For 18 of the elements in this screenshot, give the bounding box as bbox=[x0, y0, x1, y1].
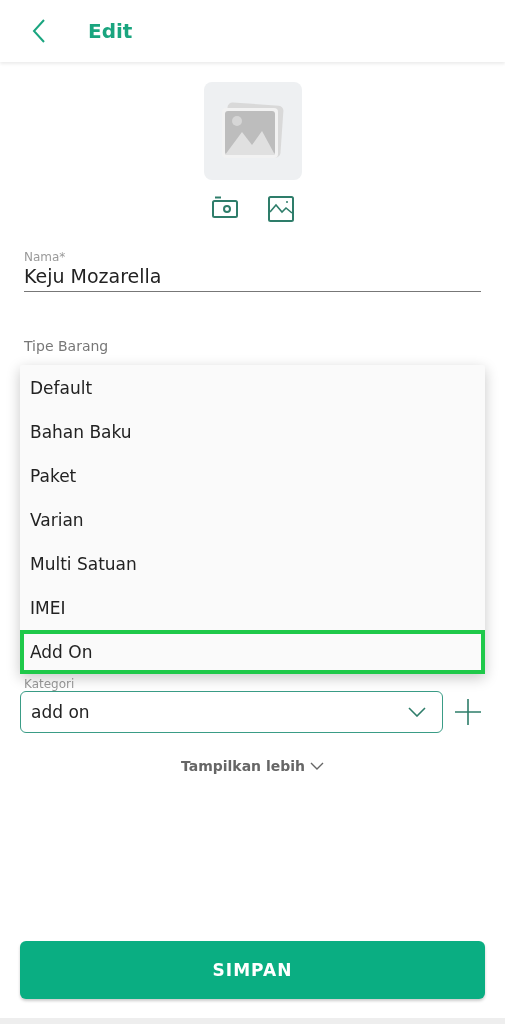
menu-item[interactable]: Paket bbox=[20, 454, 485, 498]
menu-item[interactable]: Default bbox=[20, 366, 485, 410]
show-more-button[interactable]: Tampilkan lebih bbox=[174, 757, 331, 775]
menu-item[interactable]: Multi Satuan bbox=[20, 542, 485, 586]
name-field[interactable]: Keju Mozarella bbox=[24, 265, 481, 292]
chevron-down-icon bbox=[408, 707, 426, 717]
category-select[interactable]: add on bbox=[20, 691, 443, 733]
page-title: Edit bbox=[88, 19, 133, 43]
category-label: Kategori bbox=[24, 677, 76, 691]
type-label: Tipe Barang bbox=[24, 338, 109, 354]
gallery-icon[interactable] bbox=[267, 196, 294, 222]
menu-item[interactable]: Varian bbox=[20, 498, 485, 542]
name-label: Nama* bbox=[24, 250, 66, 264]
menu-item[interactable]: Add On bbox=[20, 630, 485, 674]
menu-item[interactable]: Bahan Baku bbox=[20, 410, 485, 454]
menu-item[interactable]: IMEI bbox=[20, 586, 485, 630]
chevron-down-icon bbox=[310, 762, 325, 770]
add-icon[interactable] bbox=[455, 699, 481, 725]
